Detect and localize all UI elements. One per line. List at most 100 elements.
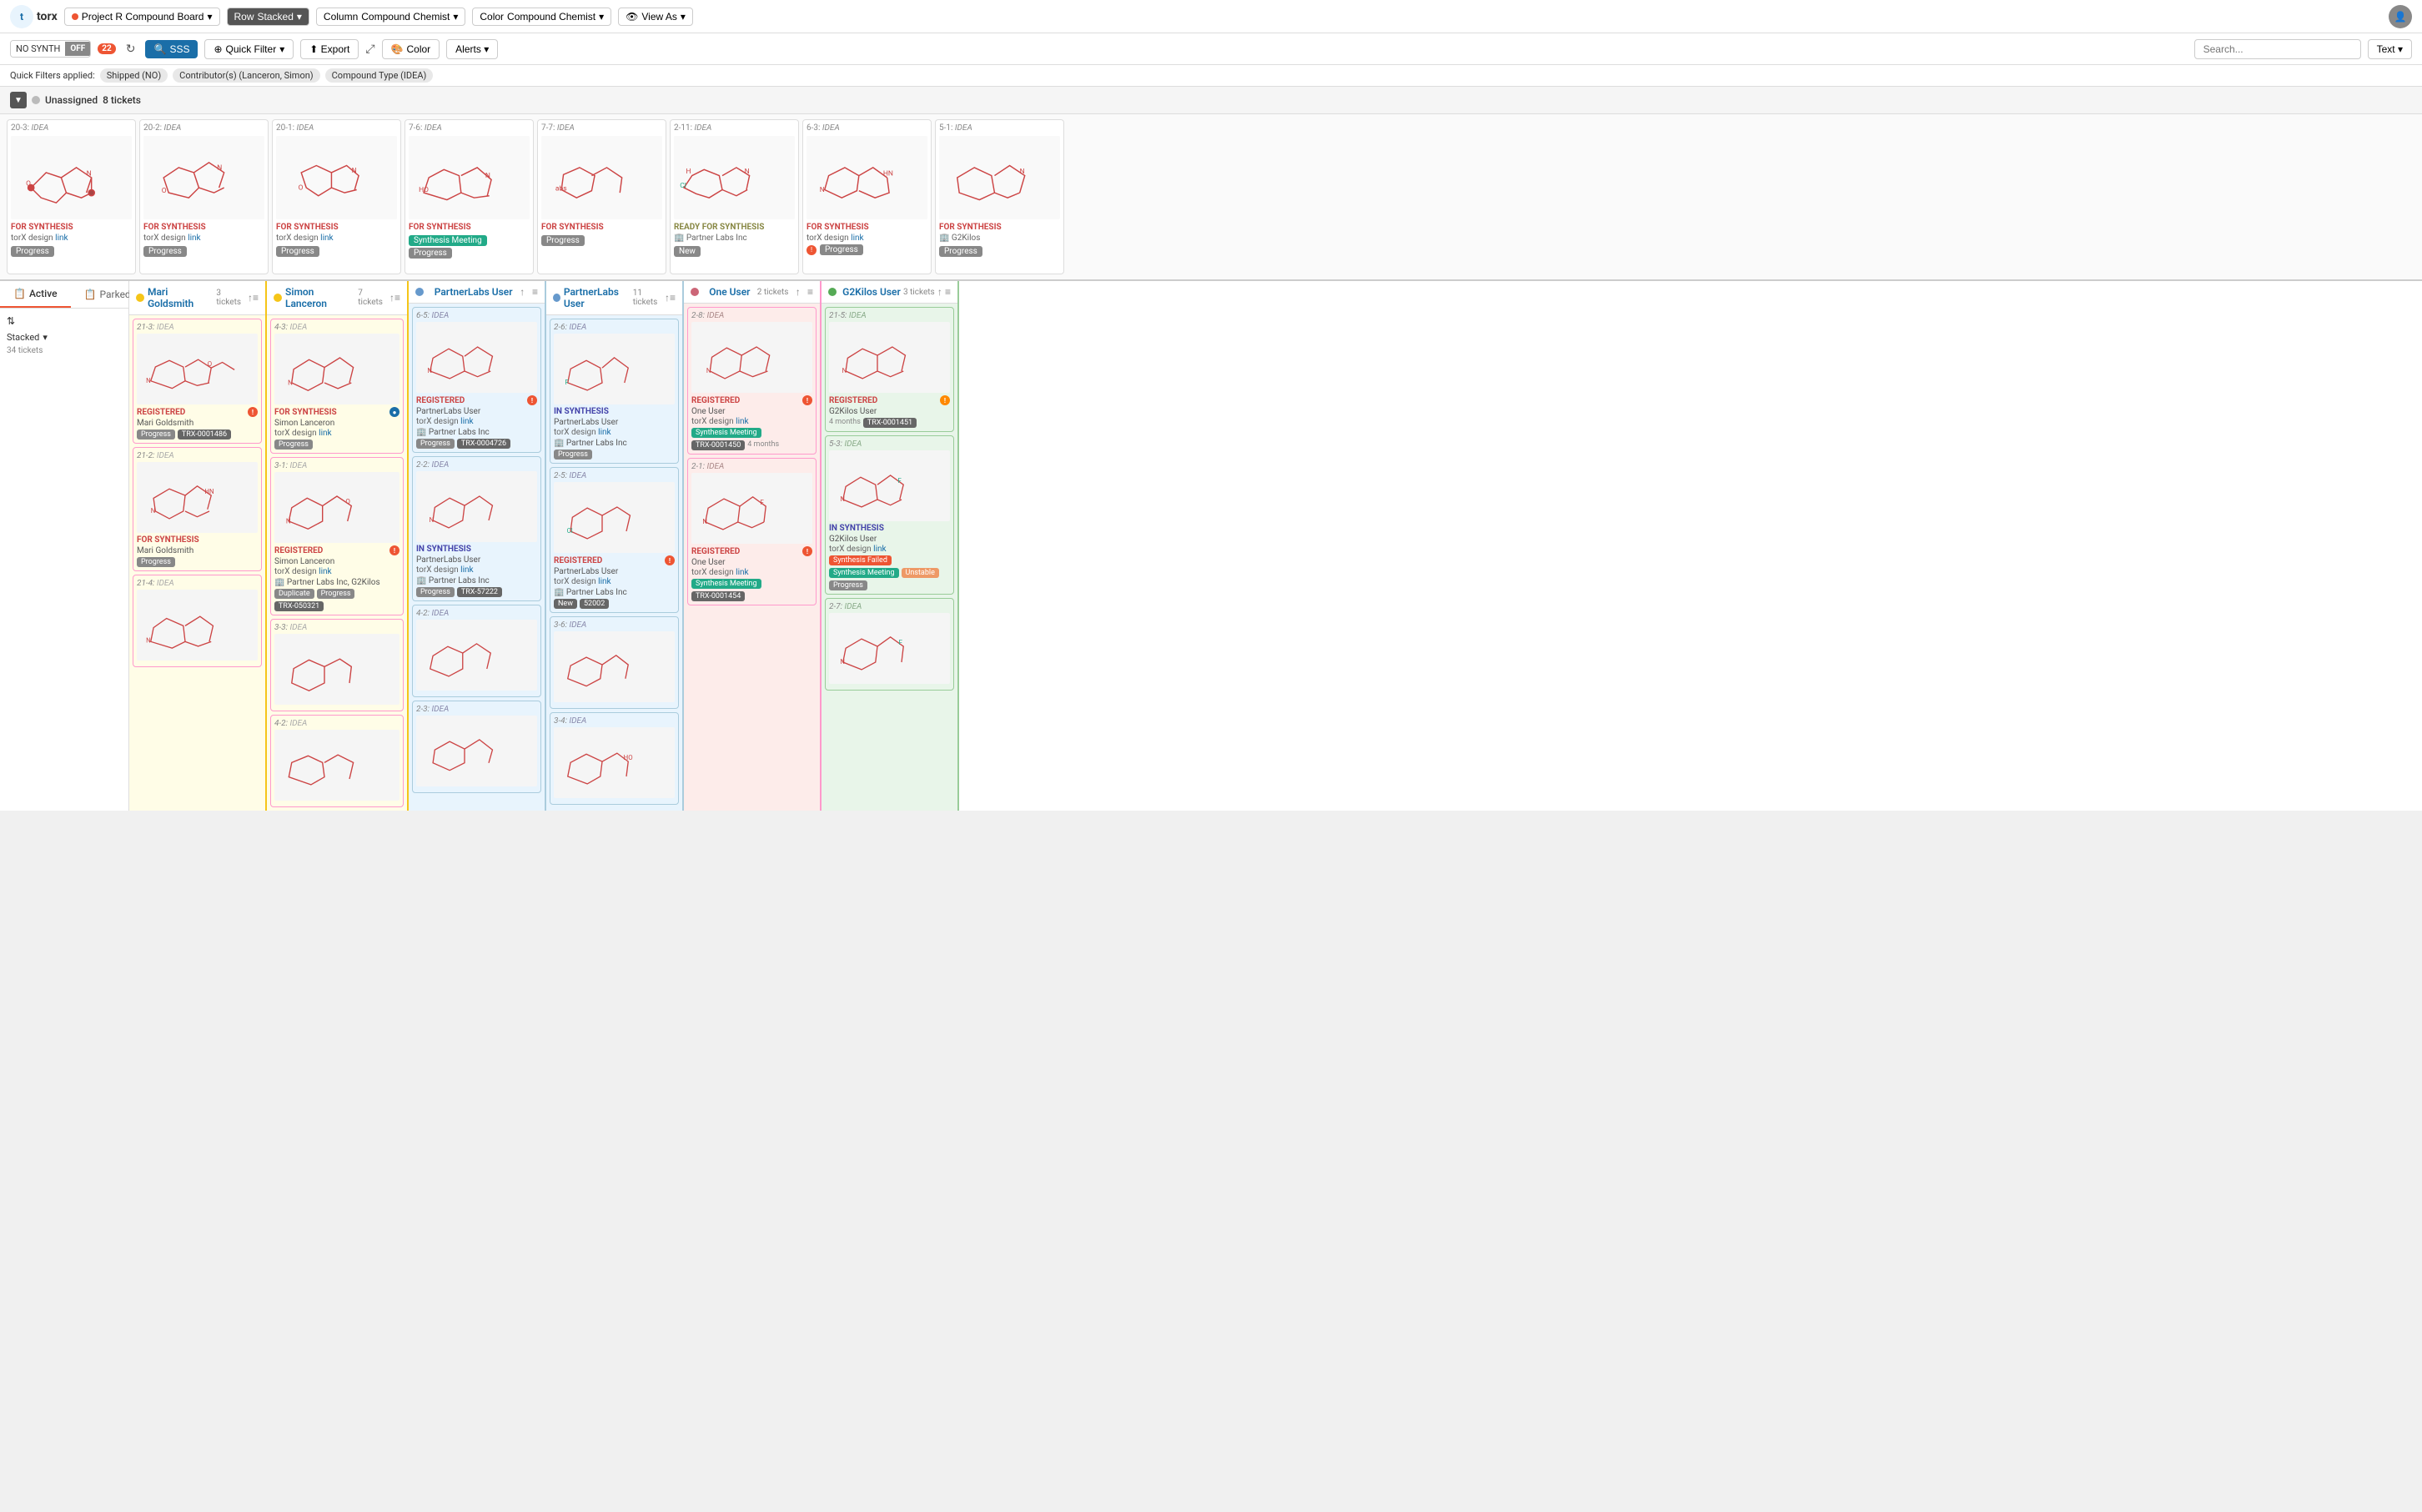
svg-text:N: N bbox=[706, 367, 711, 374]
column-sort-icon-partner1[interactable]: ↑ bbox=[520, 286, 525, 298]
filter-chip-shipped[interactable]: Shipped (NO) bbox=[100, 68, 168, 83]
alerts-button[interactable]: Alerts ▾ bbox=[446, 39, 498, 59]
share-button[interactable]: ⤢ bbox=[365, 42, 374, 56]
column-cards-partner1: 6-5: IDEA N REGISTERED bbox=[409, 304, 545, 796]
column-menu-icon-partner1[interactable]: ≡ bbox=[532, 286, 538, 298]
card-4-3[interactable]: 4-3: IDEA N FOR SYNTHESIS bbox=[270, 319, 404, 454]
card-link-anchor-7[interactable]: link bbox=[851, 234, 863, 243]
view-as-button[interactable]: 👁 View As ▾ bbox=[618, 8, 693, 26]
card-21-3[interactable]: 21-3: IDEA N O bbox=[133, 319, 262, 444]
unassigned-card-3[interactable]: 20-1: IDEA O N FOR SYNTHESIS torX design… bbox=[272, 119, 401, 274]
card-2-1[interactable]: 2-1: IDEA N F REGIST bbox=[687, 458, 817, 605]
text-button[interactable]: Text ▾ bbox=[2368, 39, 2412, 59]
molecule-2: O N bbox=[143, 136, 264, 219]
unassigned-card-8[interactable]: 5-1: IDEA N FOR SYNTHESIS 🏢 G2Kilos Prog… bbox=[935, 119, 1064, 274]
card-2-5[interactable]: 2-5: IDEA Cl REGISTERED ! bbox=[550, 467, 679, 613]
unassigned-card-2[interactable]: 20-2: IDEA O N FOR SYNTHESIS torX design… bbox=[139, 119, 269, 274]
card-21-2[interactable]: 21-2: IDEA N HN FOR SYNTHESIS bbox=[133, 447, 262, 571]
parked-tab-icon: 📋 bbox=[84, 289, 97, 300]
card-3-6[interactable]: 3-6: IDEA bbox=[550, 616, 679, 709]
card-3-3[interactable]: 3-3: IDEA bbox=[270, 619, 404, 711]
link-anchor-2-1[interactable]: link bbox=[736, 568, 748, 577]
card-id-21-3: 21-3: IDEA bbox=[137, 323, 258, 332]
link-anchor-2-2[interactable]: link bbox=[460, 565, 473, 575]
unassigned-card-7[interactable]: 6-3: IDEA HN N FOR SYNTHESIS torX design… bbox=[802, 119, 932, 274]
card-2-3[interactable]: 2-3: IDEA bbox=[412, 701, 541, 793]
column-menu-icon-mari[interactable]: ≡ bbox=[253, 292, 259, 304]
card-21-5[interactable]: 21-5: IDEA N REGISTERED bbox=[825, 307, 954, 432]
card-4-2b[interactable]: 4-2: IDEA bbox=[412, 605, 541, 697]
card-link-anchor-2[interactable]: link bbox=[188, 234, 200, 243]
link-anchor-2-5[interactable]: link bbox=[598, 577, 611, 586]
color-button[interactable]: 🎨 Color bbox=[382, 39, 440, 59]
link-anchor-6-5[interactable]: link bbox=[460, 417, 473, 426]
card-6-5[interactable]: 6-5: IDEA N REGISTERED bbox=[412, 307, 541, 453]
quick-filter-button[interactable]: ⊕ Quick Filter ▾ bbox=[204, 39, 294, 59]
card-badges-6-5: Progress TRX-0004726 bbox=[416, 439, 537, 449]
card-badge-3: Progress bbox=[276, 246, 319, 257]
card-2-8[interactable]: 2-8: IDEA N REGISTERED bbox=[687, 307, 817, 455]
card-link-5-3: torX design link bbox=[829, 545, 950, 554]
mol-3-3 bbox=[274, 634, 399, 705]
sss-button[interactable]: 🔍 SSS bbox=[145, 40, 198, 58]
column-sort-icon-one-user[interactable]: ↑ bbox=[796, 286, 801, 298]
svg-text:N: N bbox=[745, 168, 750, 176]
card-3-4[interactable]: 3-4: IDEA HO bbox=[550, 712, 679, 805]
badge-synthfail-5-3: Synthesis Failed bbox=[829, 555, 892, 565]
badge-progress-21-3: Progress bbox=[137, 429, 175, 440]
column-cards-mari: 21-3: IDEA N O bbox=[129, 315, 265, 671]
card-badges-3-1: Duplicate Progress TRX-050321 bbox=[274, 589, 399, 611]
row-button[interactable]: Row Stacked ▾ bbox=[227, 8, 309, 26]
refresh-button[interactable]: ↻ bbox=[123, 38, 139, 59]
alert-icon-2-8: ! bbox=[802, 395, 812, 405]
search-input[interactable] bbox=[2194, 39, 2361, 59]
sss-search-icon: 🔍 bbox=[153, 43, 166, 55]
column-menu-icon-partner2[interactable]: ≡ bbox=[670, 292, 676, 304]
card-id-6-5: 6-5: IDEA bbox=[416, 311, 537, 320]
unassigned-card-4[interactable]: 7-6: IDEA HO N FOR SYNTHESIS Synthesis M… bbox=[405, 119, 534, 274]
molecule-5: abs bbox=[541, 136, 662, 219]
export-button[interactable]: ⬆ Export bbox=[300, 39, 359, 59]
svg-text:N: N bbox=[146, 636, 151, 644]
stacked-control[interactable]: Stacked ▾ bbox=[7, 332, 122, 343]
tab-active[interactable]: 📋 Active bbox=[0, 281, 71, 308]
card-id-1: 20-3: IDEA bbox=[11, 123, 132, 133]
unassigned-collapse-button[interactable]: ▼ bbox=[10, 92, 27, 108]
stacked-dropdown-icon: ▾ bbox=[43, 332, 48, 343]
card-link-anchor-3[interactable]: link bbox=[320, 234, 333, 243]
alert-icon-6-5: ! bbox=[527, 395, 537, 405]
card-21-4[interactable]: 21-4: IDEA N bbox=[133, 575, 262, 667]
filter-chip-compound-type[interactable]: Compound Type (IDEA) bbox=[325, 68, 434, 83]
project-button[interactable]: Project R Compound Board ▾ bbox=[64, 8, 220, 26]
link-anchor-2-6[interactable]: link bbox=[598, 428, 611, 437]
card-2-6[interactable]: 2-6: IDEA F IN SYNTHESIS PartnerLabs Use… bbox=[550, 319, 679, 464]
sort-control[interactable]: ⇅ bbox=[7, 315, 122, 327]
card-4-2[interactable]: 4-2: IDEA bbox=[270, 715, 404, 807]
column-menu-icon-g2kilos[interactable]: ≡ bbox=[945, 286, 951, 298]
svg-text:N: N bbox=[702, 518, 707, 525]
column-menu-icon-simon[interactable]: ≡ bbox=[394, 292, 400, 304]
column-sort-icon-g2kilos[interactable]: ↑ bbox=[937, 286, 942, 298]
card-5-3[interactable]: 5-3: IDEA N F IN SYNTHESIS bbox=[825, 435, 954, 595]
link-anchor-3-1[interactable]: link bbox=[319, 567, 331, 576]
alerts-label: Alerts bbox=[455, 43, 481, 55]
unassigned-card-1[interactable]: 20-3: IDEA O N FOR SYNTHESIS torX design… bbox=[7, 119, 136, 274]
column-color-dot-partner2 bbox=[553, 294, 560, 302]
avatar[interactable]: 👤 bbox=[2389, 5, 2412, 28]
no-synth-toggle[interactable]: NO SYNTH OFF bbox=[10, 40, 91, 58]
link-anchor-5-3[interactable]: link bbox=[873, 545, 886, 554]
column-menu-icon-one-user[interactable]: ≡ bbox=[807, 286, 813, 298]
color-header-button[interactable]: Color Compound Chemist ▾ bbox=[472, 8, 611, 26]
card-badge-7: Progress bbox=[820, 244, 863, 255]
card-3-1[interactable]: 3-1: IDEA N O REGISTERED bbox=[270, 457, 404, 615]
card-link-anchor-1[interactable]: link bbox=[55, 234, 68, 243]
card-2-2[interactable]: 2-2: IDEA N IN SYNTHESIS PartnerLabs Use… bbox=[412, 456, 541, 601]
unassigned-card-5[interactable]: 7-7: IDEA abs FOR SYNTHESIS Progress bbox=[537, 119, 666, 274]
filter-chip-contributor[interactable]: Contributor(s) (Lanceron, Simon) bbox=[173, 68, 319, 83]
link-anchor-4-3[interactable]: link bbox=[319, 429, 331, 438]
card-2-7[interactable]: 2-7: IDEA N F bbox=[825, 598, 954, 691]
column-button[interactable]: Column Compound Chemist ▾ bbox=[316, 8, 465, 26]
unassigned-card-6[interactable]: 2-11: IDEA Cl N H READY FOR SYNTHESIS 🏢 … bbox=[670, 119, 799, 274]
card-user-2-1: One User bbox=[691, 558, 812, 567]
link-anchor-2-8[interactable]: link bbox=[736, 417, 748, 426]
